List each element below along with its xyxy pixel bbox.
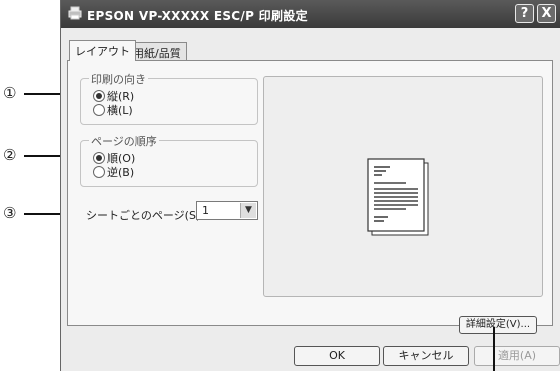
ok-button[interactable]: OK bbox=[294, 346, 380, 366]
pages-per-sheet-label: シートごとのページ(S): bbox=[86, 209, 204, 222]
layout-panel: 印刷の向き 縦(R) 横(L) ページの順序 順(O) 逆(B) シートごとのペ… bbox=[67, 60, 553, 334]
radio-reverse[interactable] bbox=[93, 166, 105, 178]
orientation-portrait[interactable]: 縦(R) bbox=[93, 88, 134, 103]
page-order-title: ページの順序 bbox=[89, 133, 159, 149]
printer-icon bbox=[68, 6, 82, 20]
radio-landscape[interactable] bbox=[93, 104, 105, 116]
advanced-settings-button[interactable]: 詳細設定(V)... bbox=[459, 316, 537, 334]
reverse-label: 逆(B) bbox=[107, 166, 135, 179]
close-button[interactable]: X bbox=[537, 4, 556, 23]
orientation-group: 印刷の向き 縦(R) 横(L) bbox=[80, 71, 258, 125]
pages-per-sheet-select[interactable]: 1 ▼ bbox=[196, 201, 258, 220]
callout-3: ③ bbox=[3, 204, 17, 222]
advanced-pointer-line bbox=[493, 327, 495, 371]
window-title: EPSON VP-XXXXX ESC/P 印刷設定 bbox=[87, 9, 308, 23]
orientation-title: 印刷の向き bbox=[89, 71, 148, 87]
layout-preview bbox=[263, 76, 543, 297]
title-bar[interactable]: EPSON VP-XXXXX ESC/P 印刷設定 ? X bbox=[61, 0, 560, 28]
radio-forward[interactable] bbox=[93, 152, 105, 164]
help-button[interactable]: ? bbox=[515, 4, 534, 23]
cancel-button[interactable]: キャンセル bbox=[383, 346, 469, 366]
callout-2: ② bbox=[3, 146, 17, 164]
callout-1: ① bbox=[3, 84, 17, 102]
orientation-landscape[interactable]: 横(L) bbox=[93, 102, 133, 117]
apply-button[interactable]: 適用(A) bbox=[474, 346, 560, 366]
page-preview-icon bbox=[367, 158, 429, 236]
chevron-down-icon[interactable]: ▼ bbox=[240, 203, 256, 218]
pages-per-sheet-value: 1 bbox=[202, 204, 209, 217]
radio-portrait[interactable] bbox=[93, 90, 105, 102]
tab-layout[interactable]: レイアウト bbox=[69, 40, 136, 61]
landscape-label: 横(L) bbox=[107, 104, 133, 117]
order-forward[interactable]: 順(O) bbox=[93, 150, 135, 165]
print-settings-dialog: EPSON VP-XXXXX ESC/P 印刷設定 ? X レイアウト 用紙/品… bbox=[60, 0, 560, 371]
order-reverse[interactable]: 逆(B) bbox=[93, 164, 135, 179]
page-order-group: ページの順序 順(O) 逆(B) bbox=[80, 133, 258, 187]
